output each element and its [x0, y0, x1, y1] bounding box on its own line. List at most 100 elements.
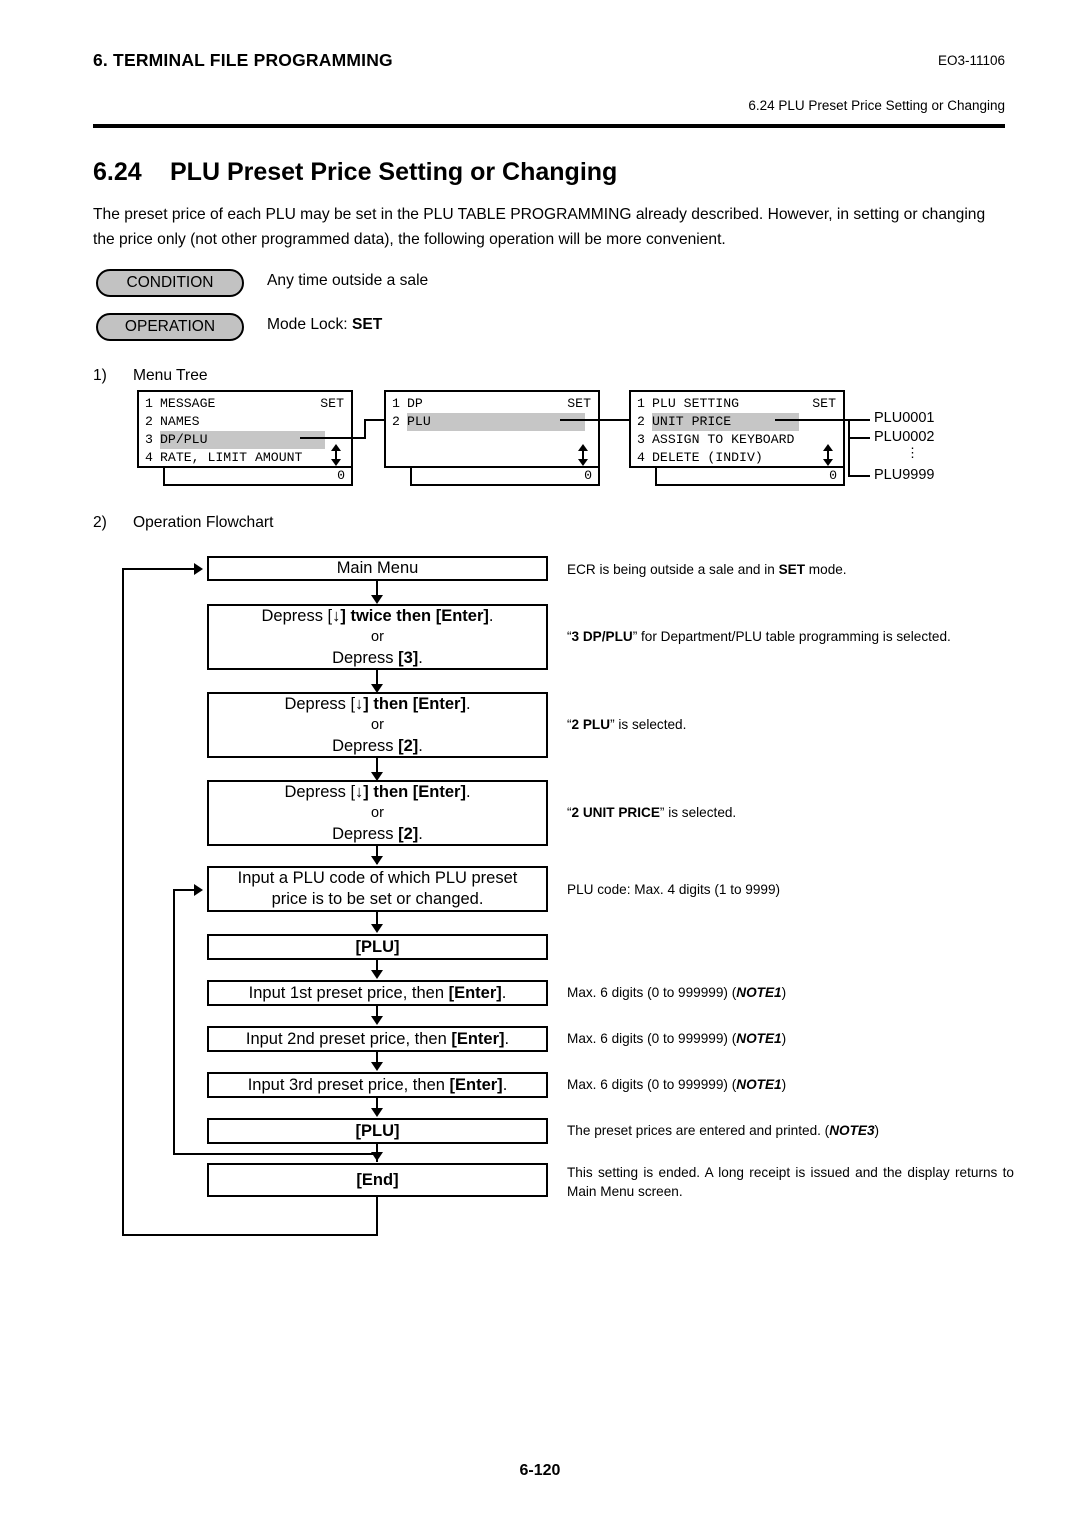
plu-bracket-h2 [848, 437, 870, 439]
enter-key-label: [Enter] [412, 694, 466, 713]
flow-box-step-2-or: or [371, 716, 384, 733]
note-step-1-menu-item: 3 DP/PLU [571, 629, 633, 644]
flow-box-plu-key-1-label: [PLU] [355, 937, 400, 956]
note-step-2-menu-item: 2 PLU [571, 717, 611, 732]
step-2-number: 2) [93, 514, 107, 531]
header-document-code: EO3-11106 [937, 53, 1005, 68]
note-price-2-b: ) [781, 1031, 787, 1046]
key-3-label: [3] [398, 648, 419, 667]
flow-arrow-head-6 [371, 970, 383, 979]
note-step-3: “2 UNIT PRICE” is selected. [567, 803, 1017, 822]
flow-box-step-2-line-1: Depress [↓] then [Enter]. [284, 694, 470, 715]
enter-key-label: [Enter] [412, 782, 466, 801]
flow-box-plu-code: Input a PLU code of which PLU preset pri… [207, 866, 548, 912]
menu-screen-2-row-2-label-selected: PLU [407, 413, 585, 431]
flow-box-step-2-line-3: Depress [2]. [332, 736, 423, 757]
flow-box-plu-code-line-1: Input a PLU code of which PLU preset [237, 869, 518, 887]
menu-connector-3-h1 [775, 419, 850, 421]
note-price-1-b: ) [781, 985, 787, 1000]
flow-box-step-2: Depress [↓] then [Enter]. or Depress [2]… [207, 692, 548, 758]
menu-screen-3-row-3-label: ASSIGN TO KEYBOARD [652, 432, 795, 447]
flow-loop-outer-h-bottom [122, 1234, 378, 1236]
flow-arrow-head-1 [371, 595, 383, 604]
menu-screen-3-row-1-label: PLU SETTING [652, 396, 740, 411]
note-plu-key-2-b: ) [874, 1123, 880, 1138]
plu-bracket-v [848, 419, 850, 477]
header-running-head: 6.24 PLU Preset Price Setting or Changin… [748, 98, 1005, 113]
flow-step-3-depress: Depress [332, 824, 399, 843]
plu-bracket-h1 [848, 419, 870, 421]
menu-screen-1-row-3-label-selected: DP/PLU [160, 431, 325, 449]
note-main-menu-a: ECR is being outside a sale and in [567, 562, 779, 577]
flow-box-step-3-or: or [371, 804, 384, 821]
flow-box-plu-key-1: [PLU] [207, 934, 548, 960]
menu-screen-1-row-3-index: 3 [145, 432, 153, 447]
menu-screen-3-mode: SET [812, 396, 836, 411]
flow-box-price-1-label: Input 1st preset price, then [Enter]. [249, 983, 507, 1004]
flow-loop-outer-arrow [194, 563, 203, 575]
flow-box-step-3-line-1: Depress [↓] then [Enter]. [284, 782, 470, 803]
operation-text: Mode Lock: SET [267, 316, 382, 334]
flow-arrow-head-8 [371, 1062, 383, 1071]
flow-step-1-period: . [418, 648, 423, 667]
document-page: 6. TERMINAL FILE PROGRAMMING EO3-11106 6… [0, 0, 1080, 1528]
flow-box-plu-key-2: [PLU] [207, 1118, 548, 1144]
page-number: 6-120 [519, 1462, 561, 1479]
flow-arrow-head-7 [371, 1016, 383, 1025]
note-price-1-ref: NOTE1 [736, 985, 782, 1000]
plu-output-ellipsis: ⋮ [906, 445, 919, 460]
scroll-up-down-icon [823, 444, 833, 466]
flow-box-price-3: Input 3rd preset price, then [Enter]. [207, 1072, 548, 1098]
menu-screen-1: 1 MESSAGE SET 2 NAMES 3 DP/PLU 4 RATE, LIMIT… [137, 390, 353, 468]
flow-loop-outer-v [122, 568, 124, 1236]
menu-connector-2-h1 [560, 419, 631, 421]
flow-arrow-head-5 [371, 924, 383, 933]
flow-loop-outer-v-down [376, 1197, 378, 1236]
note-main-menu-mode: SET [778, 562, 806, 577]
flow-box-step-1-line-3: Depress [3]. [332, 648, 423, 669]
header-chapter-title: 6. TERMINAL FILE PROGRAMMING [93, 50, 393, 70]
flow-arrow-head-4 [371, 856, 383, 865]
enter-key-label: [Enter] [435, 606, 489, 625]
condition-badge: CONDITION [96, 269, 244, 297]
menu-screen-3-row-2-index: 2 [637, 414, 645, 429]
operation-mode-value: SET [351, 316, 383, 333]
note-price-1: Max. 6 digits (0 to 999999) (NOTE1) [567, 983, 1017, 1002]
operation-text-prefix: Mode Lock: [267, 316, 352, 333]
note-step-1: “3 DP/PLU” for Department/PLU table prog… [567, 627, 1017, 646]
menu-screen-2-mode: SET [567, 396, 591, 411]
menu-screen-1-row-2-index: 2 [145, 414, 153, 429]
note-step-3-rest: ” is selected. [659, 805, 737, 820]
flow-step-1-text-a: Depress [ [261, 606, 333, 625]
plu-bracket-h3 [848, 475, 870, 477]
menu-screen-3: 1 PLU SETTING SET 2 UNIT PRICE 3 ASSIGN TO … [629, 390, 845, 468]
menu-screen-1-mode: SET [320, 396, 344, 411]
flow-step-2-depress: Depress [332, 736, 399, 755]
flow-step-3-text-b: ] then [363, 782, 413, 801]
step-1-label: Menu Tree [133, 367, 208, 384]
flow-step-1-text-b: ] twice then [340, 606, 436, 625]
flow-step-1-depress: Depress [332, 648, 399, 667]
note-plu-key-2: The preset prices are entered and printe… [567, 1121, 1017, 1140]
menu-screen-1-row-1-index: 1 [145, 396, 153, 411]
flow-step-1-text-c: . [488, 606, 494, 625]
note-price-3-ref: NOTE1 [736, 1077, 782, 1092]
note-plu-key-2-ref: NOTE3 [829, 1123, 875, 1138]
menu-screen-3-row-2-label-selected: UNIT PRICE [652, 413, 799, 431]
menu-screen-2-row-1-index: 1 [392, 396, 400, 411]
scroll-up-down-icon [331, 444, 341, 466]
enter-key-label: [Enter] [449, 1075, 503, 1094]
flow-price-2-period: . [504, 1029, 510, 1048]
flow-box-end-label: [End] [356, 1170, 399, 1189]
plu-output-last: PLU9999 [874, 467, 935, 483]
note-plu-key-2-a: The preset prices are entered and printe… [567, 1123, 830, 1138]
flow-price-1-period: . [501, 983, 507, 1002]
flow-step-2-text-b: ] then [363, 694, 413, 713]
note-step-3-menu-item: 2 UNIT PRICE [571, 805, 660, 820]
flow-loop-outer-h-top [122, 568, 197, 570]
condition-text: Any time outside a sale [267, 272, 429, 289]
menu-connector-1-v [364, 419, 366, 439]
operation-badge: OPERATION [96, 313, 244, 341]
menu-screen-2-row-1-label: DP [407, 396, 423, 411]
flow-box-end: [End] [207, 1163, 548, 1197]
